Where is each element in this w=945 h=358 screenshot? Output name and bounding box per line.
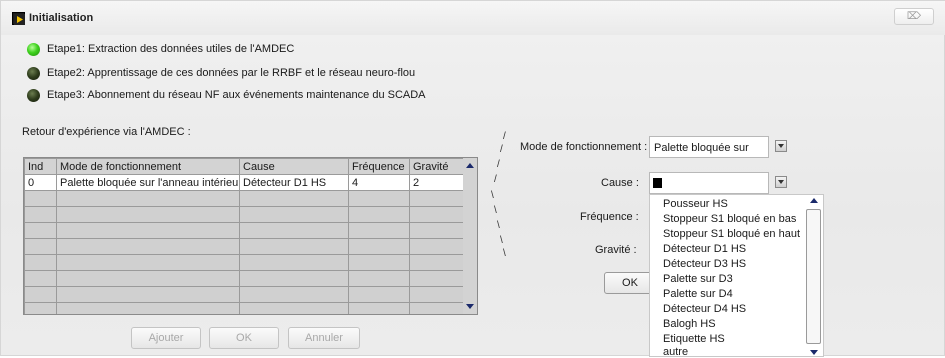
app-icon: [12, 12, 25, 25]
divider-mark: /: [500, 144, 503, 155]
divider-mark: \: [491, 190, 494, 201]
divider-mark: /: [503, 131, 506, 142]
dropdown-scrollbar[interactable]: [805, 195, 823, 356]
list-item[interactable]: Balogh HS: [663, 318, 716, 330]
scroll-thumb[interactable]: [806, 209, 821, 344]
table-row[interactable]: [24, 190, 465, 207]
list-item[interactable]: Palette sur D4: [663, 288, 733, 300]
table-row[interactable]: [24, 302, 465, 314]
table-cell[interactable]: 0: [24, 174, 57, 191]
list-item[interactable]: Détecteur D1 HS: [663, 243, 746, 255]
gravite-label: Gravité :: [595, 244, 637, 256]
list-item[interactable]: Palette sur D3: [663, 273, 733, 285]
status-led-off-icon: [27, 88, 40, 102]
step-2: Etape2: Apprentissage de ces données par…: [27, 65, 415, 81]
column-header-frequence[interactable]: Fréquence: [348, 158, 410, 175]
divider-mark: \: [503, 248, 506, 259]
divider-mark: \: [500, 235, 503, 246]
divider-mark: /: [497, 159, 500, 170]
list-item[interactable]: Etiquette HS: [663, 333, 725, 345]
amdec-table[interactable]: Ind Mode de fonctionnement Cause Fréquen…: [23, 157, 478, 315]
scroll-down-icon[interactable]: [466, 304, 474, 309]
frequence-label: Fréquence :: [580, 211, 639, 223]
table-cell[interactable]: Détecteur D1 HS: [239, 174, 349, 191]
divider-mark: \: [494, 205, 497, 216]
cause-label: Cause :: [601, 177, 639, 189]
divider-mark: \: [497, 220, 500, 231]
list-item[interactable]: Détecteur D3 HS: [663, 258, 746, 270]
table-row[interactable]: [24, 206, 465, 223]
step-3-label: Etape3: Abonnement du réseau NF aux évén…: [47, 89, 426, 101]
step-1: Etape1: Extraction des données utiles de…: [27, 41, 294, 57]
divider-mark: /: [494, 174, 497, 185]
table-header-row: Ind Mode de fonctionnement Cause Fréquen…: [24, 158, 465, 175]
title-bar: Initialisation ⌦: [1, 1, 945, 35]
table-cell[interactable]: 2: [409, 174, 465, 191]
step-2-label: Etape2: Apprentissage de ces données par…: [47, 67, 416, 79]
table-row[interactable]: [24, 270, 465, 287]
window-title: Initialisation: [29, 12, 94, 24]
cause-dropdown-list[interactable]: Pousseur HS Stoppeur S1 bloqué en bas St…: [649, 194, 824, 358]
mode-select[interactable]: Palette bloquée sur: [649, 136, 769, 158]
list-item[interactable]: Stoppeur S1 bloqué en bas: [663, 213, 796, 225]
mode-label: Mode de fonctionnement :: [520, 141, 648, 153]
column-header-cause[interactable]: Cause: [239, 158, 349, 175]
list-item[interactable]: Détecteur D4 HS: [663, 303, 746, 315]
table-row[interactable]: [24, 254, 465, 271]
list-item[interactable]: Pousseur HS: [663, 198, 728, 210]
list-item[interactable]: autre: [663, 346, 688, 358]
mode-dropdown-icon[interactable]: [775, 140, 787, 152]
column-header-mode[interactable]: Mode de fonctionnement: [56, 158, 240, 175]
table-row[interactable]: [24, 238, 465, 255]
initialisation-window: Initialisation ⌦ Etape1: Extraction des …: [0, 0, 945, 358]
status-led-on-icon: [27, 42, 40, 56]
table-row[interactable]: [24, 222, 465, 239]
table-scrollbar[interactable]: [463, 158, 477, 314]
table-row[interactable]: [24, 286, 465, 303]
scroll-up-icon[interactable]: [810, 198, 818, 203]
list-item[interactable]: Stoppeur S1 bloqué en haut: [663, 228, 800, 240]
table-row[interactable]: 0 Palette bloquée sur l'anneau intérieur…: [24, 174, 465, 191]
table-cell[interactable]: Palette bloquée sur l'anneau intérieur: [56, 174, 240, 191]
status-led-off-icon: [27, 66, 40, 80]
table-cell[interactable]: 4: [348, 174, 410, 191]
cause-select[interactable]: [649, 172, 769, 194]
step-3: Etape3: Abonnement du réseau NF aux évén…: [27, 87, 426, 103]
close-icon: ⌦: [906, 11, 922, 22]
cause-dropdown-icon[interactable]: [775, 176, 787, 188]
column-header-ind[interactable]: Ind: [24, 158, 57, 175]
scroll-down-icon[interactable]: [810, 350, 818, 355]
ajouter-button[interactable]: Ajouter: [131, 327, 201, 349]
scroll-up-icon[interactable]: [466, 163, 474, 168]
annuler-button[interactable]: Annuler: [288, 327, 360, 349]
column-header-gravite[interactable]: Gravité: [409, 158, 465, 175]
close-button[interactable]: ⌦: [894, 8, 934, 25]
ok-button[interactable]: OK: [209, 327, 279, 349]
step-1-label: Etape1: Extraction des données utiles de…: [47, 43, 295, 55]
retour-experience-label: Retour d'expérience via l'AMDEC :: [22, 126, 191, 138]
mode-select-value: Palette bloquée sur: [654, 142, 749, 154]
cause-select-caret: [653, 178, 662, 188]
